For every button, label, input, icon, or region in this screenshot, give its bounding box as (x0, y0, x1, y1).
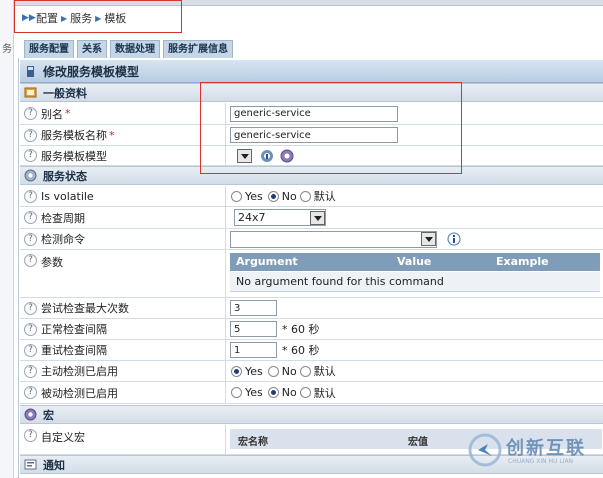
row-check-command: ? 检测命令 (20, 229, 603, 250)
left-panel-fragment: 务 (2, 44, 12, 55)
row-params: ? 参数 Argument Value Example No argument f… (20, 250, 603, 298)
params-label: 参数 (41, 256, 63, 269)
template-icon (27, 65, 34, 77)
unit-label: * 60 秒 (282, 344, 320, 357)
option-label: No (281, 189, 297, 203)
check-period-value: 24x7 (238, 211, 266, 224)
watermark-logo-icon (468, 433, 502, 467)
chevron-down-icon[interactable] (310, 210, 325, 225)
active-checks-default-radio[interactable] (299, 365, 311, 377)
normal-interval-label: 正常检查间隔 (41, 323, 107, 336)
retry-interval-label: 重试检查间隔 (41, 344, 107, 357)
check-period-select[interactable]: 24x7 (234, 209, 326, 226)
section-general-title: 一般资料 (43, 86, 87, 100)
section-notify-title: 通知 (43, 458, 65, 472)
template-name-label: 服务模板名称 (41, 129, 107, 142)
highlight-box-general (200, 82, 462, 174)
tab-service-config[interactable]: 服务配置 (24, 40, 74, 58)
section-macro: 宏 (20, 405, 603, 424)
row-is-volatile: ? Is volatile Yes No 默认 (20, 186, 603, 207)
option-label: 默认 (313, 386, 336, 400)
option-label: Yes (245, 386, 263, 399)
column-value: Value (397, 255, 432, 268)
required-mark: * (109, 128, 115, 142)
row-normal-interval: ? 正常检查间隔 * 60 秒 (20, 319, 603, 340)
tab-relations[interactable]: 关系 (77, 40, 107, 58)
option-label: 默认 (313, 190, 336, 203)
option-label: No (281, 364, 297, 378)
column-macro-value: 宏值 (408, 437, 428, 448)
template-model-label: 服务模板模型 (41, 149, 107, 163)
tab-data-processing[interactable]: 数据处理 (110, 40, 160, 58)
custom-macro-label: 自定义宏 (41, 431, 85, 444)
help-icon[interactable]: ? (24, 189, 37, 203)
is-volatile-no-radio[interactable] (267, 190, 279, 202)
active-checks-yes-radio[interactable] (231, 365, 242, 377)
unit-label: * 60 秒 (282, 323, 320, 336)
is-volatile-yes-radio[interactable] (231, 190, 242, 202)
check-command-label: 检测命令 (41, 233, 85, 246)
watermark-logo: 创新互联 CHUANG XIN HU LIAN (468, 431, 603, 471)
help-icon[interactable]: ? (24, 322, 37, 336)
check-command-select[interactable] (230, 230, 437, 248)
gear-icon (24, 408, 37, 421)
is-volatile-label: Is volatile (41, 189, 94, 203)
column-example: Example (496, 255, 549, 268)
row-check-period: ? 检查周期 24x7 (20, 207, 603, 229)
passive-checks-no-radio[interactable] (267, 387, 279, 398)
argument-table-header: Argument Value Example (230, 253, 600, 271)
help-icon[interactable]: ? (24, 301, 37, 315)
tab-bar: 服务配置 关系 数据处理 服务扩展信息 (24, 40, 236, 58)
row-max-check: ? 尝试检查最大次数 (20, 298, 603, 319)
gear-icon (24, 169, 37, 182)
info-icon[interactable] (447, 232, 461, 246)
row-retry-interval: ? 重试检查间隔 * 60 秒 (20, 340, 603, 361)
column-macro-name: 宏名称 (238, 437, 268, 448)
section-status-title: 服务状态 (43, 169, 87, 183)
row-active-checks: ? 主动检测已启用 Yes No 默认 (20, 361, 603, 382)
required-mark: * (65, 107, 71, 120)
active-checks-label: 主动检测已启用 (41, 365, 118, 378)
watermark-subtext: CHUANG XIN HU LIAN (508, 458, 574, 465)
notify-icon (24, 459, 37, 470)
option-label: 默认 (313, 365, 336, 378)
highlight-box-breadcrumb (14, 0, 182, 33)
passive-checks-yes-radio[interactable] (231, 387, 242, 398)
tab-service-extended-info[interactable]: 服务扩展信息 (163, 40, 233, 58)
section-macro-title: 宏 (43, 408, 54, 422)
help-icon[interactable]: ? (24, 254, 37, 267)
retry-interval-input[interactable] (230, 342, 277, 358)
left-panel-edge: 务 (0, 0, 14, 478)
page-title-bar: 修改服务模板模型 (20, 60, 603, 83)
page-title: 修改服务模板模型 (43, 64, 140, 79)
is-volatile-default-radio[interactable] (299, 190, 311, 202)
help-icon[interactable]: ? (24, 107, 37, 120)
help-icon[interactable]: ? (24, 232, 37, 246)
folder-icon (24, 87, 37, 98)
help-icon[interactable]: ? (24, 343, 37, 357)
argument-empty-message: No argument found for this command (230, 272, 600, 292)
help-icon[interactable]: ? (24, 149, 37, 162)
option-label: Yes (245, 189, 263, 203)
option-label: Yes (245, 364, 263, 378)
watermark-text: 创新互联 (506, 438, 586, 459)
chevron-down-icon[interactable] (421, 232, 436, 246)
column-argument: Argument (236, 255, 298, 268)
help-icon[interactable]: ? (24, 429, 37, 442)
row-passive-checks: ? 被动检测已启用 Yes No 默认 (20, 382, 603, 404)
passive-checks-label: 被动检测已启用 (41, 386, 118, 400)
help-icon[interactable]: ? (24, 386, 37, 399)
max-check-input[interactable] (230, 300, 277, 316)
passive-checks-default-radio[interactable] (299, 387, 311, 398)
normal-interval-input[interactable] (230, 321, 277, 337)
option-label: No (281, 386, 297, 399)
alias-label: 别名 (41, 107, 63, 121)
help-icon[interactable]: ? (24, 211, 37, 224)
max-check-label: 尝试检查最大次数 (41, 302, 129, 315)
check-period-label: 检查周期 (41, 211, 85, 225)
help-icon[interactable]: ? (24, 128, 37, 142)
help-icon[interactable]: ? (24, 364, 37, 378)
active-checks-no-radio[interactable] (267, 365, 279, 377)
